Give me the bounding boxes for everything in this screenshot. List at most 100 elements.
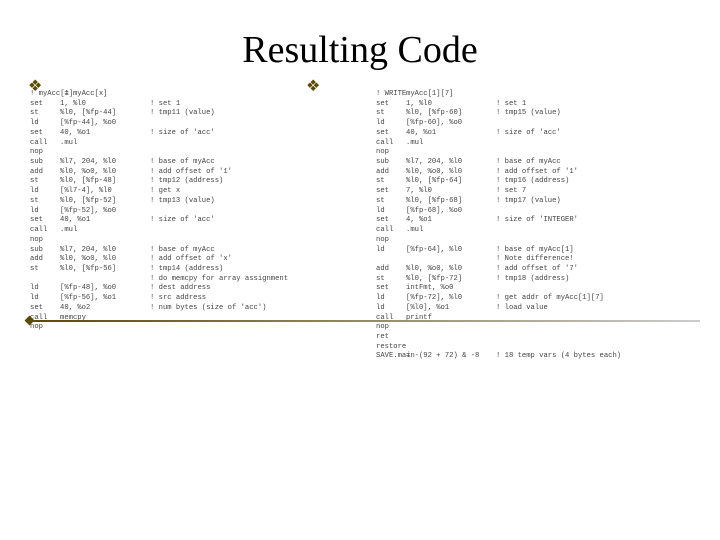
- operands: 40, %o1: [60, 129, 150, 139]
- mnemonic: call: [376, 226, 406, 236]
- code-line: ld[%fp-52], %o0: [30, 207, 344, 217]
- code-line: st%l0, [%fp-68]! tmp17 (value): [376, 197, 690, 207]
- comment: [150, 148, 344, 158]
- mnemonic: st: [30, 265, 60, 275]
- code-line: restore: [376, 343, 690, 353]
- operands: [60, 323, 150, 333]
- mnemonic: ld: [376, 207, 406, 217]
- operands: 4, %o1: [406, 216, 496, 226]
- comment: ! base of myAcc: [496, 158, 690, 168]
- comment: [150, 207, 344, 217]
- code-line: st%l0, [%fp-44]! tmp11 (value): [30, 109, 344, 119]
- mnemonic: st: [30, 197, 60, 207]
- code-line: call.mul: [376, 226, 690, 236]
- operands: [%fp-60], %o0: [406, 119, 496, 129]
- code-line: add%l0, %o0, %l0! add offset of '1': [376, 168, 690, 178]
- operands: [60, 148, 150, 158]
- operands: 40, %o1: [60, 216, 150, 226]
- mnemonic: st: [376, 109, 406, 119]
- mnemonic: st: [376, 197, 406, 207]
- comment: ! get x: [150, 187, 344, 197]
- mnemonic: ld: [30, 207, 60, 217]
- comment: [150, 323, 344, 333]
- comment: ! add offset of '7': [496, 265, 690, 275]
- mnemonic: sub: [30, 246, 60, 256]
- comment: [496, 284, 690, 294]
- mnemonic: add: [30, 168, 60, 178]
- mnemonic: ld: [376, 119, 406, 129]
- operands: [406, 343, 496, 353]
- comment: ! size of 'acc': [150, 129, 344, 139]
- comment: ! set 1: [150, 100, 344, 110]
- mnemonic: add: [376, 265, 406, 275]
- comment: [496, 148, 690, 158]
- code-line: ! Note difference!: [376, 255, 690, 265]
- mnemonic: set: [376, 284, 406, 294]
- code-line: add%l0, %o0, %l0! add offset of '1': [30, 168, 344, 178]
- operands: [%fp-68], %o0: [406, 207, 496, 217]
- mnemonic: st: [376, 275, 406, 285]
- code-line: st%l0, [%fp-48]! tmp12 (address): [30, 177, 344, 187]
- comment: ! src address: [150, 294, 344, 304]
- operands: %l0, %o0, %l0: [406, 168, 496, 178]
- mnemonic: ld: [30, 187, 60, 197]
- mnemonic: call: [30, 139, 60, 149]
- mnemonic: set: [30, 100, 60, 110]
- mnemonic: nop: [376, 236, 406, 246]
- comment: [496, 207, 690, 217]
- operands: %l7, 204, %l0: [406, 158, 496, 168]
- operands: 1, %l0: [406, 100, 496, 110]
- code-line: ret: [376, 333, 690, 343]
- comment: ! tmp14 (address): [150, 265, 344, 275]
- operands: myAcc[1][7]: [406, 90, 496, 100]
- comment: [496, 119, 690, 129]
- comment: [496, 323, 690, 333]
- operands: [%fp-56], %o1: [60, 294, 150, 304]
- mnemonic: sub: [30, 158, 60, 168]
- operands: [%fp-48], %o0: [60, 284, 150, 294]
- mnemonic: ld: [30, 119, 60, 129]
- mnemonic: nop: [30, 323, 60, 333]
- code-line: set7, %l0! set 7: [376, 187, 690, 197]
- comment: ! tmp15 (value): [496, 109, 690, 119]
- bullet-decoration: ❖: [28, 76, 42, 96]
- operands: [406, 148, 496, 158]
- bullet-decoration: ❖: [306, 76, 320, 96]
- mnemonic: add: [376, 168, 406, 178]
- comment: ! tmp18 (address): [496, 275, 690, 285]
- mnemonic: set: [376, 216, 406, 226]
- code-line: set40, %o1! size of 'acc': [376, 129, 690, 139]
- page-title: Resulting Code: [0, 28, 720, 72]
- code-line: nop: [376, 236, 690, 246]
- code-line: set1, %l0! set 1: [30, 100, 344, 110]
- comment: ! add offset of '1': [496, 168, 690, 178]
- operands: [%fp-44], %o0: [60, 119, 150, 129]
- comment: ! size of 'acc': [496, 129, 690, 139]
- code-line: st%l0, [%fp-52]! tmp13 (value): [30, 197, 344, 207]
- operands: .mul: [406, 226, 496, 236]
- code-line: sub%l7, 204, %l0! base of myAcc: [30, 158, 344, 168]
- operands: [%l0], %o1: [406, 304, 496, 314]
- comment: [150, 119, 344, 129]
- code-line: nop: [30, 148, 344, 158]
- operands: [%fp-64], %l0: [406, 246, 496, 256]
- operands: [%fp-52], %o0: [60, 207, 150, 217]
- code-line: SAVE.main= -(92 + 72) & -8! 18 temp vars…: [376, 352, 690, 362]
- operands: .mul: [60, 139, 150, 149]
- code-line: set1, %l0! set 1: [376, 100, 690, 110]
- operands: %l0, [%fp-48]: [60, 177, 150, 187]
- operands: %l7, 204, %l0: [60, 246, 150, 256]
- mnemonic: SAVE.main: [376, 352, 406, 362]
- code-line: ld[%fp-68], %o0: [376, 207, 690, 217]
- comment: ! base of myAcc[1]: [496, 246, 690, 256]
- mnemonic: ld: [376, 294, 406, 304]
- operands: intFmt, %o0: [406, 284, 496, 294]
- operands: = myAcc[x]: [60, 90, 150, 100]
- code-line: sub%l7, 204, %l0! base of myAcc: [30, 246, 344, 256]
- comment: [496, 333, 690, 343]
- comment: ! num bytes (size of 'acc'): [150, 304, 344, 314]
- code-line: ! myAcc[1] = myAcc[x]: [30, 90, 344, 100]
- comment: [150, 139, 344, 149]
- code-line: set40, %o1! size of 'acc': [30, 129, 344, 139]
- code-line: ld[%fp-64], %l0! base of myAcc[1]: [376, 246, 690, 256]
